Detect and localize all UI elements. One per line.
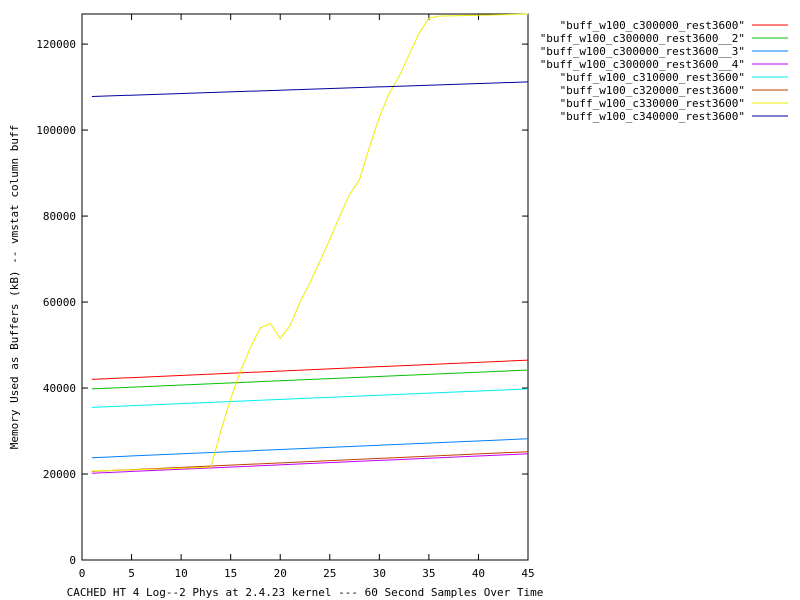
- x-tick-label: 10: [174, 567, 187, 580]
- x-tick-label: 45: [521, 567, 534, 580]
- x-tick-label: 15: [224, 567, 237, 580]
- plot-frame: [81, 13, 529, 561]
- series-line-7: [91, 13, 529, 472]
- legend: "buff_w100_c300000_rest3600""buff_w100_c…: [540, 19, 788, 123]
- x-tick-label: 5: [128, 567, 135, 580]
- legend-label-4: "buff_w100_c300000_rest3600__4": [540, 58, 745, 71]
- series-line-8: [91, 81, 529, 97]
- series-lines: [91, 13, 529, 474]
- x-tick-label: 0: [79, 567, 86, 580]
- x-tick-label: 25: [323, 567, 336, 580]
- series-line-5: [91, 388, 529, 408]
- y-tick-label: 120000: [36, 38, 76, 51]
- series-line-4: [91, 453, 529, 474]
- y-tick-label: 100000: [36, 124, 76, 137]
- legend-label-7: "buff_w100_c330000_rest3600": [560, 97, 745, 110]
- legend-label-3: "buff_w100_c300000_rest3600__3": [540, 45, 745, 58]
- y-axis-ticks: 0 20000 40000 60000 80000 100000 120000: [36, 38, 528, 567]
- legend-label-2: "buff_w100_c300000_rest3600__2": [540, 32, 745, 45]
- x-tick-label: 40: [472, 567, 485, 580]
- x-tick-label: 30: [373, 567, 386, 580]
- y-tick-label: 40000: [43, 382, 76, 395]
- y-axis-label: Memory Used as Buffers (kB) -- vmstat co…: [8, 125, 21, 450]
- y-tick-label: 80000: [43, 210, 76, 223]
- y-tick-label: 0: [69, 554, 76, 567]
- x-tick-label: 20: [274, 567, 287, 580]
- series-line-1: [91, 359, 529, 380]
- y-tick-label: 60000: [43, 296, 76, 309]
- line-chart: 0 20000 40000 60000 80000 100000 120000 0 5 10 15…: [8, 13, 788, 599]
- series-line-2: [91, 369, 529, 390]
- x-axis-label: CACHED HT 4 Log--2 Phys at 2.4.23 kernel…: [67, 586, 544, 599]
- legend-label-6: "buff_w100_c320000_rest3600": [560, 84, 745, 97]
- x-tick-label: 35: [422, 567, 435, 580]
- legend-label-8: "buff_w100_c340000_rest3600": [560, 110, 745, 123]
- x-axis-ticks: 0 5 10 15 20 25 30 35 40 45: [79, 14, 535, 580]
- legend-label-1: "buff_w100_c300000_rest3600": [560, 19, 745, 32]
- legend-label-5: "buff_w100_c310000_rest3600": [560, 71, 745, 84]
- y-tick-label: 20000: [43, 468, 76, 481]
